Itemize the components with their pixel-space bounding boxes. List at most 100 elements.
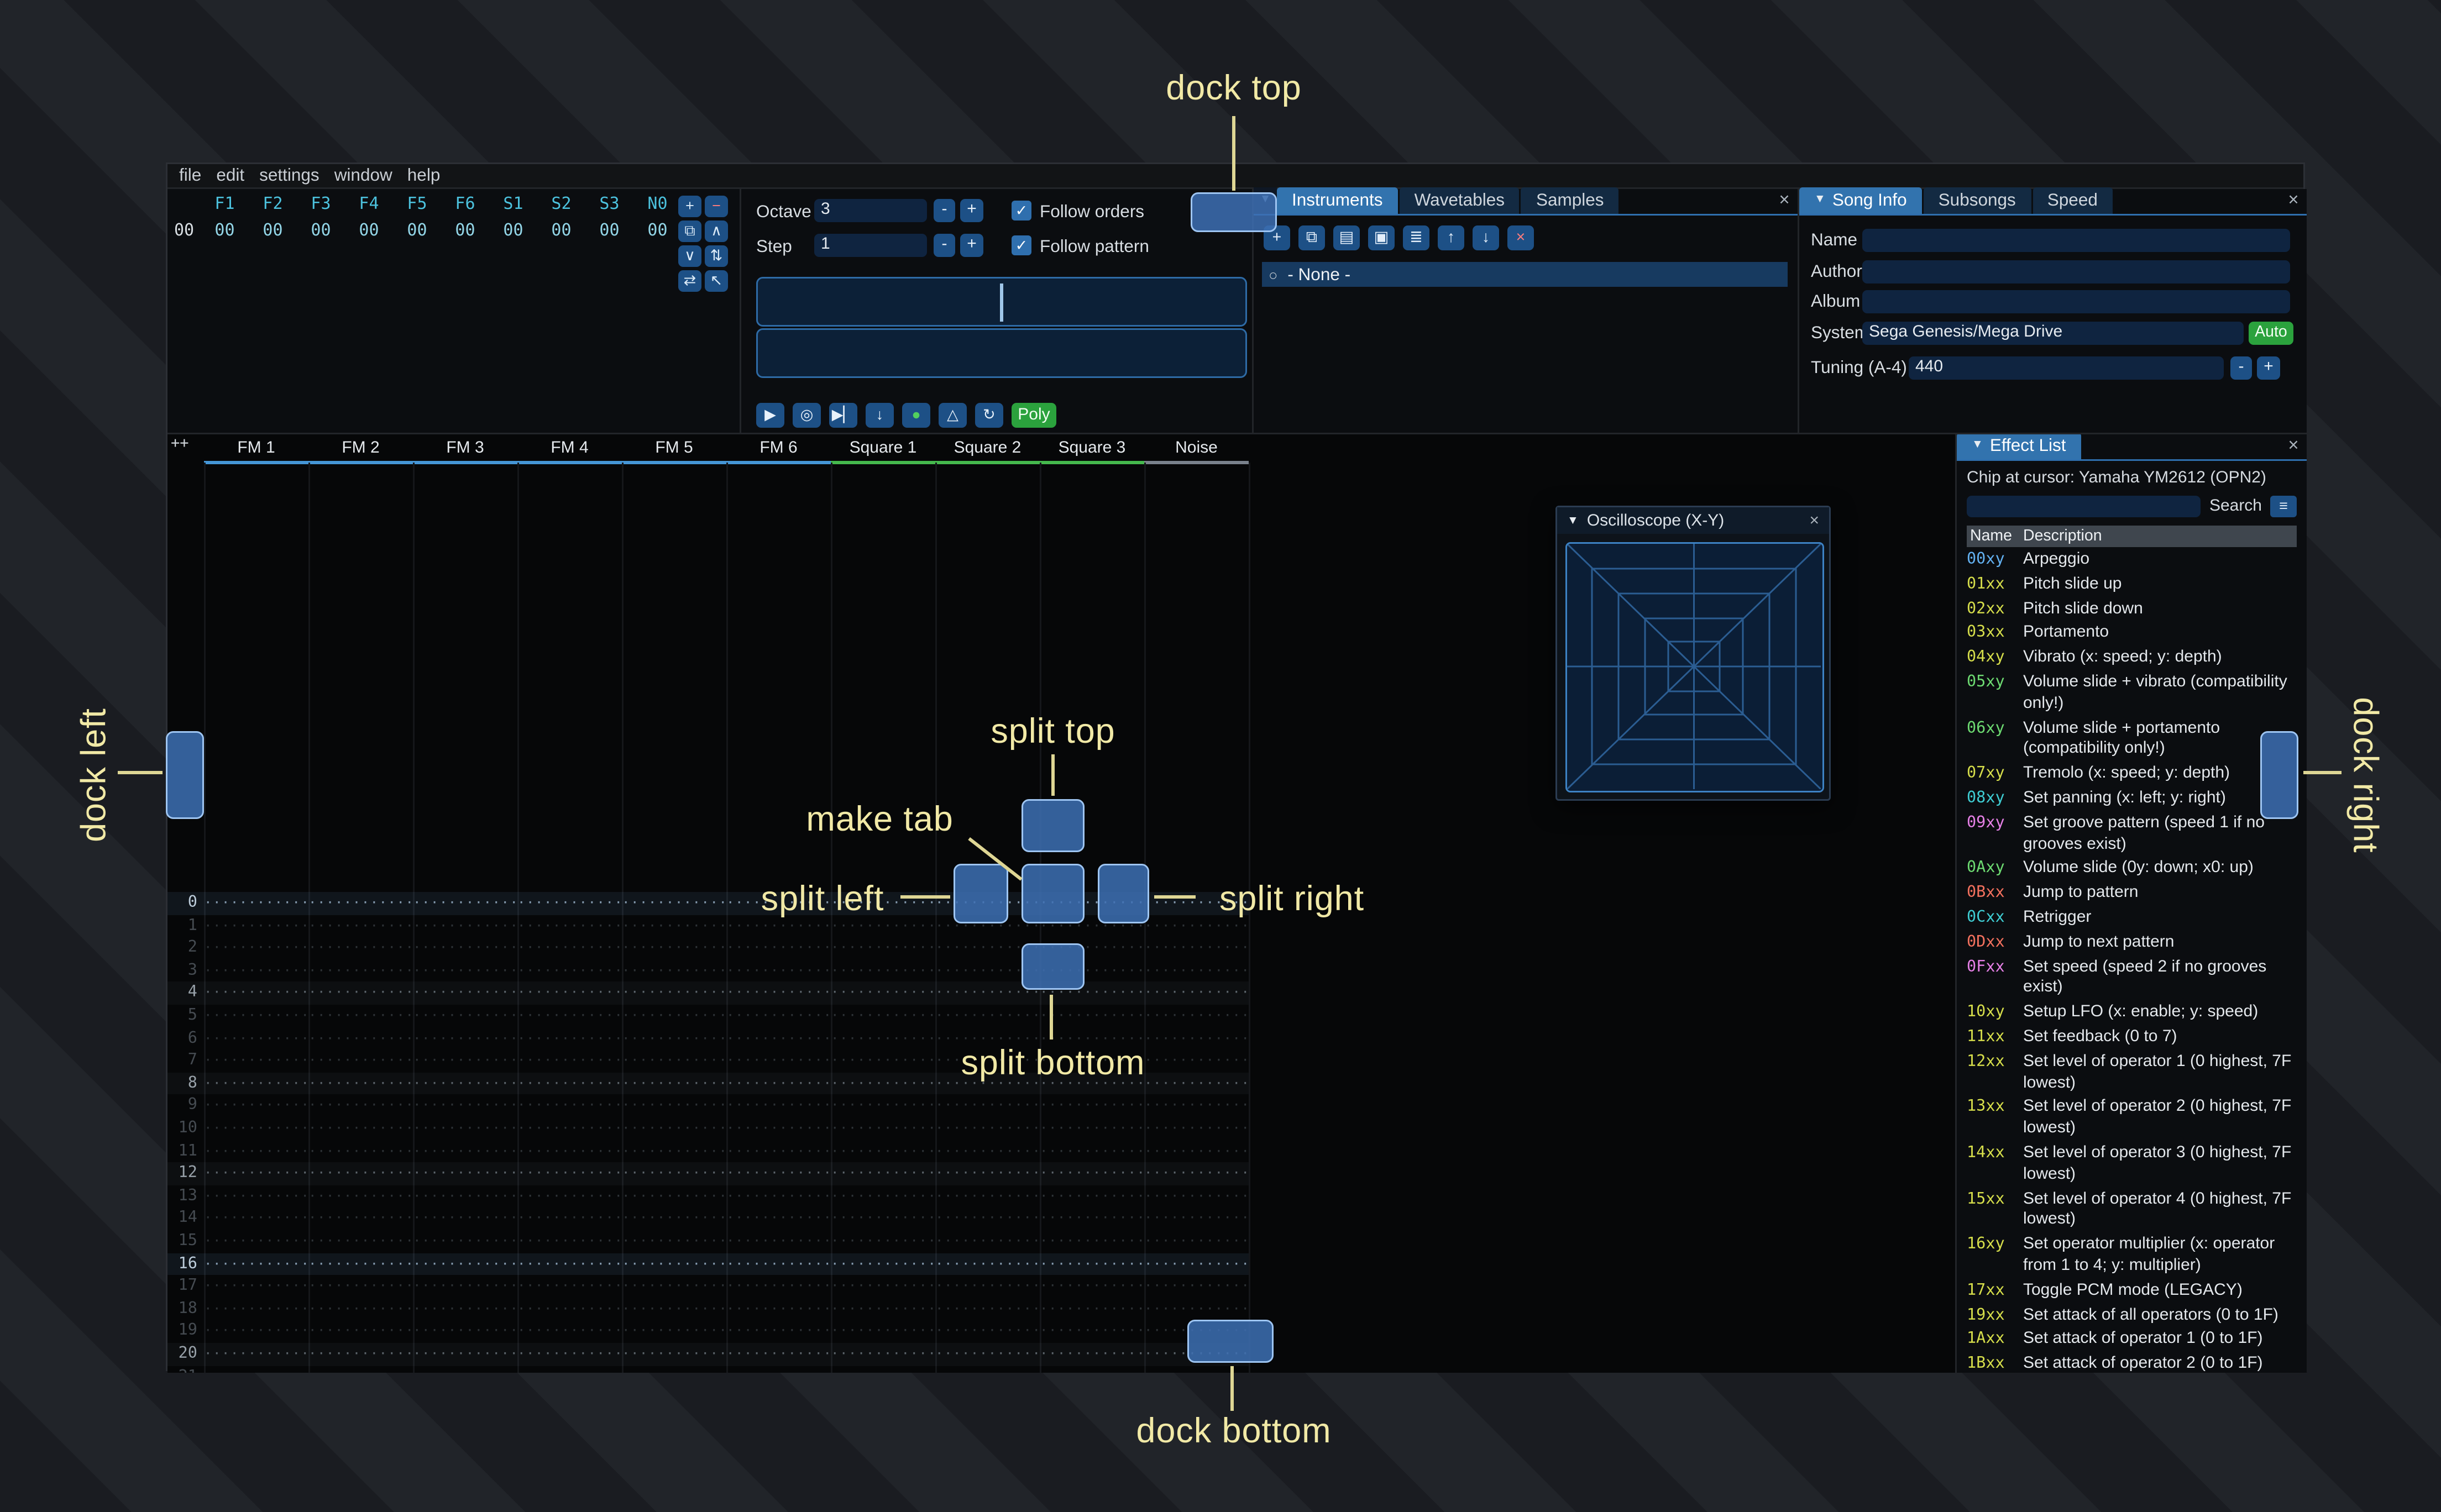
pattern-cell-square-3[interactable]: ············ bbox=[1040, 1298, 1144, 1320]
split-right-target[interactable] bbox=[1098, 864, 1149, 923]
pattern-cell-square-3[interactable]: ············ bbox=[1040, 1320, 1144, 1343]
pattern-cell-square-2[interactable]: ············ bbox=[935, 1275, 1040, 1298]
pattern-row-13[interactable]: 13 ············ ············ ············ ··… bbox=[167, 1185, 1249, 1208]
pattern-cell-noise[interactable]: ············ bbox=[1144, 1275, 1249, 1298]
pattern-cell-fm-6[interactable]: ············ bbox=[726, 937, 831, 960]
tab-effect-list[interactable]: ▼ Effect List bbox=[1957, 434, 2081, 459]
order-cell-n0[interactable]: 00 bbox=[633, 222, 682, 240]
pattern-cell-fm-5[interactable]: ············ bbox=[622, 1185, 726, 1208]
order-cell-f6[interactable]: 00 bbox=[441, 222, 489, 240]
pattern-cell-fm-4[interactable]: ············ bbox=[517, 1230, 622, 1253]
tuning-field[interactable]: 440 bbox=[1909, 356, 2224, 380]
pattern-cell-square-3[interactable]: ············ bbox=[1040, 1230, 1144, 1253]
pattern-cell-fm-3[interactable]: ············ bbox=[413, 1117, 517, 1140]
open-instrument-button[interactable]: ▤ bbox=[1333, 225, 1360, 250]
pattern-cell-fm-1[interactable]: ············ bbox=[204, 1050, 308, 1073]
pattern-row-14[interactable]: 14 ············ ············ ············ ··… bbox=[167, 1208, 1249, 1230]
octave-decrease-button[interactable]: - bbox=[934, 199, 955, 222]
pattern-cell-fm-3[interactable]: ············ bbox=[413, 1343, 517, 1366]
pattern-cell-fm-1[interactable]: ············ bbox=[204, 1230, 308, 1253]
effect-list-close-button[interactable]: × bbox=[2280, 434, 2307, 459]
toggle-folders-sort-button[interactable]: ≣ bbox=[1403, 225, 1429, 250]
tab-speed[interactable]: Speed bbox=[2032, 187, 2113, 214]
play-pattern-button[interactable]: ◎ bbox=[793, 403, 821, 428]
pattern-row-10[interactable]: 10 ············ ············ ············ ··… bbox=[167, 1117, 1249, 1140]
menu-item-window[interactable]: window bbox=[334, 166, 392, 186]
pattern-cell-fm-5[interactable]: ············ bbox=[622, 1230, 726, 1253]
tuning-increase-button[interactable]: + bbox=[2257, 356, 2280, 380]
effect-search-input[interactable] bbox=[1967, 496, 2201, 517]
pattern-cell-square-3[interactable]: ············ bbox=[1040, 1208, 1144, 1230]
pattern-cell-fm-1[interactable]: ············ bbox=[204, 1140, 308, 1163]
pattern-cell-fm-6[interactable]: ············ bbox=[726, 1027, 831, 1050]
pattern-cell-noise[interactable]: ············ bbox=[1144, 1140, 1249, 1163]
pattern-cell-fm-5[interactable]: ············ bbox=[622, 1253, 726, 1275]
pattern-cell-noise[interactable]: ············ bbox=[1144, 982, 1249, 1005]
dock-left-target[interactable] bbox=[166, 731, 204, 819]
pattern-row-0[interactable]: 0 ············ ············ ············ ···… bbox=[167, 892, 1249, 915]
pattern-cell-square-1[interactable]: ············ bbox=[831, 1072, 935, 1095]
order-cell-s3[interactable]: 00 bbox=[585, 222, 633, 240]
pattern-cell-square-2[interactable]: ············ bbox=[935, 1140, 1040, 1163]
change-all-orders-button[interactable]: ⇄ bbox=[678, 270, 701, 292]
follow-orders-checkbox[interactable]: ✓ bbox=[1012, 201, 1031, 221]
pattern-cell-square-3[interactable]: ············ bbox=[1040, 1185, 1144, 1208]
order-cell-f2[interactable]: 00 bbox=[249, 222, 297, 240]
pattern-cell-square-1[interactable]: ············ bbox=[831, 1298, 935, 1320]
pattern-cell-fm-2[interactable]: ············ bbox=[308, 1095, 413, 1117]
pattern-row-20[interactable]: 20 ············ ············ ············ ··… bbox=[167, 1343, 1249, 1366]
pattern-cell-fm-4[interactable]: ············ bbox=[517, 937, 622, 960]
pattern-cell-fm-5[interactable]: ············ bbox=[622, 937, 726, 960]
pattern-cell-square-1[interactable]: ············ bbox=[831, 1163, 935, 1185]
pattern-row-5[interactable]: 5 ············ ············ ············ ···… bbox=[167, 1005, 1249, 1027]
pattern-cell-fm-5[interactable]: ············ bbox=[622, 1298, 726, 1320]
pattern-cell-square-1[interactable]: ············ bbox=[831, 1320, 935, 1343]
pattern-cell-fm-5[interactable]: ············ bbox=[622, 1027, 726, 1050]
pattern-cell-square-2[interactable]: ············ bbox=[935, 1185, 1040, 1208]
octave-increase-button[interactable]: + bbox=[960, 199, 983, 222]
channel-header-fm-5[interactable]: FM 5 bbox=[622, 438, 726, 459]
channel-header-square-2[interactable]: Square 2 bbox=[935, 438, 1040, 459]
pattern-cell-fm-2[interactable]: ············ bbox=[308, 1185, 413, 1208]
pattern-cell-fm-6[interactable]: ············ bbox=[726, 1072, 831, 1095]
pattern-cell-fm-2[interactable]: ············ bbox=[308, 1027, 413, 1050]
pattern-cell-fm-5[interactable]: ············ bbox=[622, 982, 726, 1005]
pattern-cell-fm-5[interactable]: ············ bbox=[622, 1140, 726, 1163]
pattern-cell-fm-6[interactable]: ············ bbox=[726, 1140, 831, 1163]
pattern-cell-fm-1[interactable]: ············ bbox=[204, 937, 308, 960]
pattern-cell-fm-2[interactable]: ············ bbox=[308, 937, 413, 960]
pattern-cell-fm-2[interactable]: ············ bbox=[308, 1140, 413, 1163]
duplicate-order-button[interactable]: ⧉ bbox=[678, 221, 701, 242]
menu-item-file[interactable]: file bbox=[179, 166, 201, 186]
delete-instrument-button[interactable]: × bbox=[1507, 225, 1534, 250]
channel-header-noise[interactable]: Noise bbox=[1144, 438, 1249, 459]
pattern-row-9[interactable]: 9 ············ ············ ············ ···… bbox=[167, 1095, 1249, 1117]
order-cell-s1[interactable]: 00 bbox=[489, 222, 537, 240]
pattern-cell-fm-1[interactable]: ············ bbox=[204, 1253, 308, 1275]
pattern-cell-fm-1[interactable]: ············ bbox=[204, 1275, 308, 1298]
pattern-cell-fm-4[interactable]: ············ bbox=[517, 1095, 622, 1117]
pattern-cell-square-3[interactable]: ············ bbox=[1040, 1140, 1144, 1163]
pattern-cell-fm-3[interactable]: ············ bbox=[413, 1230, 517, 1253]
instrument-list-item-none[interactable]: ○ - None - bbox=[1262, 262, 1788, 287]
order-cell-f1[interactable]: 00 bbox=[201, 222, 249, 240]
pattern-cell-square-1[interactable]: ············ bbox=[831, 937, 935, 960]
pattern-row-19[interactable]: 19 ············ ············ ············ ··… bbox=[167, 1320, 1249, 1343]
menu-item-help[interactable]: help bbox=[407, 166, 441, 186]
pattern-cell-fm-4[interactable]: ············ bbox=[517, 959, 622, 982]
pattern-row-11[interactable]: 11 ············ ············ ············ ··… bbox=[167, 1140, 1249, 1163]
pattern-cell-fm-6[interactable]: ············ bbox=[726, 982, 831, 1005]
pattern-cell-square-1[interactable]: ············ bbox=[831, 1027, 935, 1050]
pattern-cell-fm-6[interactable]: ············ bbox=[726, 1320, 831, 1343]
pattern-cell-fm-5[interactable]: ············ bbox=[622, 1275, 726, 1298]
pattern-cell-fm-4[interactable]: ············ bbox=[517, 1163, 622, 1185]
pattern-cell-square-2[interactable]: ············ bbox=[935, 1343, 1040, 1366]
channel-header-fm-6[interactable]: FM 6 bbox=[726, 438, 831, 459]
pattern-cell-square-1[interactable]: ············ bbox=[831, 1275, 935, 1298]
pattern-cell-fm-1[interactable]: ············ bbox=[204, 1366, 308, 1373]
pattern-cell-fm-1[interactable]: ············ bbox=[204, 1005, 308, 1027]
pattern-cell-fm-1[interactable]: ············ bbox=[204, 1208, 308, 1230]
system-field[interactable]: Sega Genesis/Mega Drive bbox=[1862, 322, 2244, 345]
pattern-cell-fm-3[interactable]: ············ bbox=[413, 937, 517, 960]
pattern-cell-fm-5[interactable]: ············ bbox=[622, 1366, 726, 1373]
